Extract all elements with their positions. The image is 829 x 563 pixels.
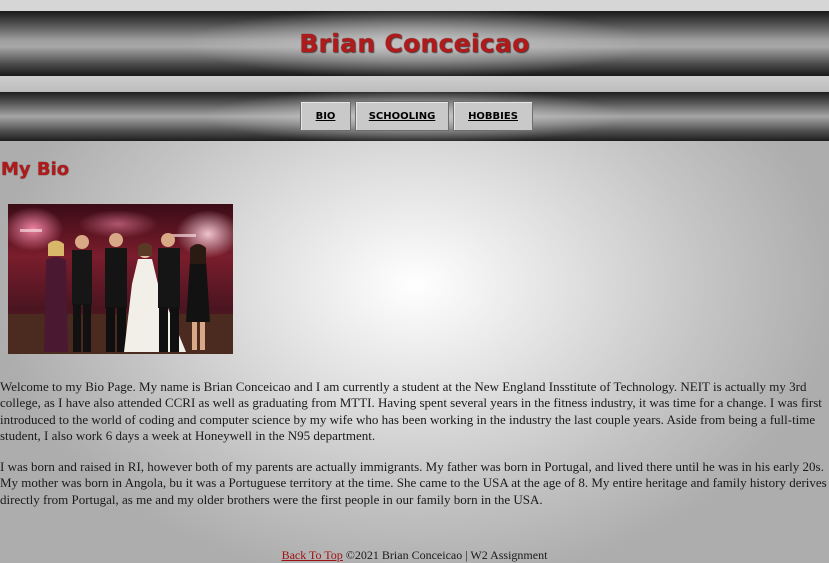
bio-paragraph-intro: Welcome to my Bio Page. My name is Brian…	[0, 379, 822, 444]
bio-paragraph-heritage: I was born and raised in RI, however bot…	[0, 459, 827, 507]
nav-menu: BIO SCHOOLING HOBBIES	[300, 101, 533, 131]
site-title: Brian Conceicao	[299, 29, 530, 58]
copyright-text: ©2021 Brian Conceicao | W2 Assignment	[345, 548, 548, 562]
back-to-top-link[interactable]: Back To Top	[282, 548, 343, 562]
nav-link-bio[interactable]: BIO	[300, 101, 351, 131]
bio-photo-image	[8, 204, 233, 354]
nav-link-schooling[interactable]: SCHOOLING	[355, 101, 449, 131]
nav-link-hobbies[interactable]: HOBBIES	[453, 101, 533, 131]
nav-bar: BIO SCHOOLING HOBBIES	[0, 92, 829, 141]
site-header: Brian Conceicao	[0, 11, 829, 76]
top-strip	[0, 0, 829, 11]
header-divider	[0, 76, 829, 92]
bio-photo	[8, 204, 233, 354]
page-title: My Bio	[1, 159, 70, 180]
page-footer: Back To Top ©2021 Brian Conceicao | W2 A…	[0, 548, 829, 563]
